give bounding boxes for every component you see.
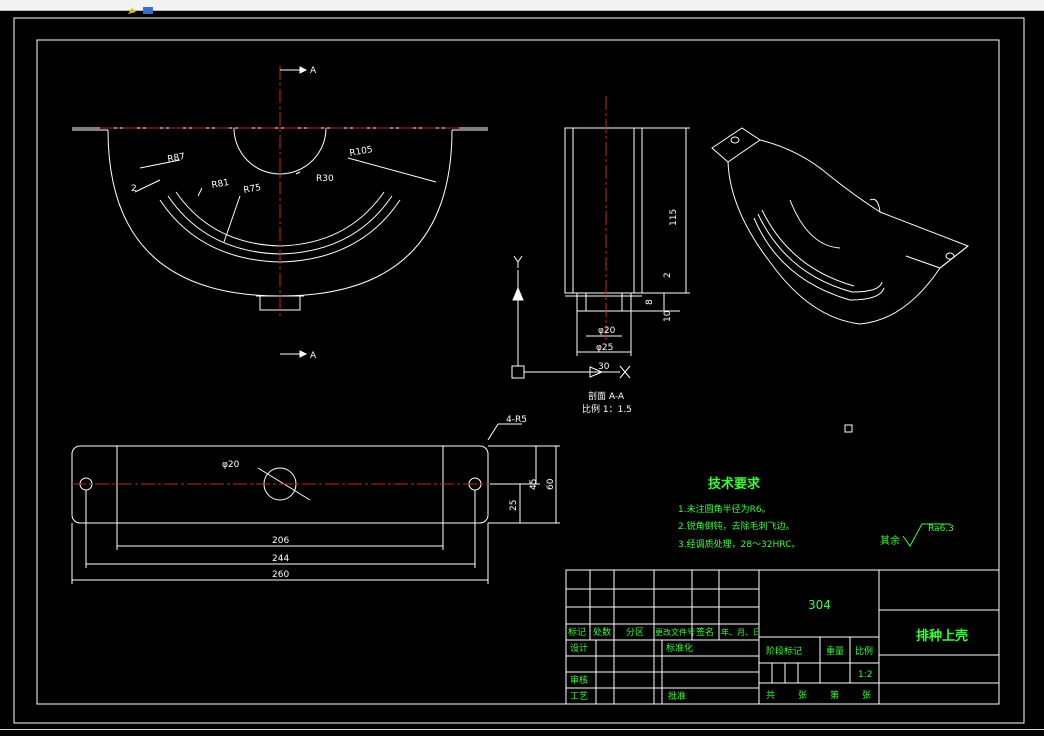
dim-10: 10 xyxy=(663,310,673,322)
tech-title: 技术要求 xyxy=(708,476,761,492)
bottom-view xyxy=(71,423,560,584)
dim-phi20-bottom: φ20 xyxy=(222,460,240,470)
dim-8: 8 xyxy=(645,299,655,305)
col-change-doc: 更改文件号 xyxy=(655,627,695,637)
inner-frame xyxy=(36,39,1000,705)
dim-holes: 4-R5 xyxy=(506,415,527,425)
dim-2: 2 xyxy=(131,184,137,194)
tech-requirements: 技术要求 1.未注圆角半径为R6。 2.锐角倒钝，去除毛刺飞边。 3.经调质处理… xyxy=(678,476,954,550)
sheets-unit-2: 张 xyxy=(862,690,871,701)
dim-r81: R81 xyxy=(211,178,230,191)
sheets-unit-1: 张 xyxy=(798,690,807,701)
cursor-marker xyxy=(844,424,853,433)
dim-260: 260 xyxy=(272,570,289,580)
label-approve: 批准 xyxy=(668,690,686,702)
section-mark-bottom: A xyxy=(310,351,317,361)
label-stage: 阶段标记 xyxy=(766,645,802,657)
dim-30: 30 xyxy=(598,362,610,372)
layer-icon[interactable] xyxy=(141,0,155,14)
tech-item-3: 3.经调质处理，28～32HRC。 xyxy=(678,538,800,550)
tech-item-2: 2.锐角倒钝，去除毛刺飞边。 xyxy=(678,520,795,532)
top-toolbar xyxy=(0,0,1044,14)
bottom-edge xyxy=(0,729,1044,736)
dim-60: 60 xyxy=(546,478,556,490)
dim-45: 45 xyxy=(529,479,539,490)
label-process: 工艺 xyxy=(570,691,588,702)
dim-2-sec: 2 xyxy=(663,272,673,278)
isometric-view xyxy=(711,127,969,325)
dim-phi25: φ25 xyxy=(596,343,613,353)
ucs-icon xyxy=(511,255,631,379)
roughness-value: Ra6.3 xyxy=(928,524,954,534)
dim-25: 25 xyxy=(509,500,519,511)
tech-item-1: 1.未注圆角半径为R6。 xyxy=(678,503,771,515)
drawing-canvas[interactable]: A A R87 R30 R105 R81 R75 2 115 2 8 10 φ2… xyxy=(0,11,1044,736)
label-design: 设计 xyxy=(570,642,588,654)
label-weight: 重量 xyxy=(826,645,844,657)
label-ratio: 比例 xyxy=(855,645,873,657)
dim-115: 115 xyxy=(669,209,679,226)
sheets-total: 共 xyxy=(766,690,775,701)
dim-r87: R87 xyxy=(167,152,186,165)
dim-244: 244 xyxy=(272,554,289,564)
section-caption: 剖面 A-A xyxy=(588,390,625,402)
dim-r75: R75 xyxy=(243,183,262,196)
col-sign: 签名 xyxy=(696,626,714,638)
dim-phi20-sec: φ20 xyxy=(598,326,616,336)
part-name: 排种上壳 xyxy=(916,628,968,644)
outer-frame xyxy=(13,17,1025,724)
col-date: 年、月、日 xyxy=(721,627,761,637)
col-mark: 标记 xyxy=(568,626,586,638)
dim-r105: R105 xyxy=(349,145,374,159)
label-standard: 标准化 xyxy=(666,642,693,654)
dim-206: 206 xyxy=(272,536,289,546)
section-mark-top: A xyxy=(310,66,317,76)
edit-icon[interactable] xyxy=(126,0,140,14)
roughness-label: 其余 xyxy=(880,534,900,547)
material-value: 304 xyxy=(808,598,831,612)
label-review: 审核 xyxy=(570,674,588,686)
vertical-scrollbar[interactable] xyxy=(1030,11,1044,729)
ratio-value: 1:2 xyxy=(858,670,872,680)
col-count: 处数 xyxy=(593,626,611,638)
col-zone: 分区 xyxy=(626,627,644,638)
dim-r30: R30 xyxy=(316,174,334,184)
sheets-index: 第 xyxy=(830,689,839,701)
title-block-text: 304 排种上壳 标记 处数 分区 更改文件号 签名 年、月、日 设计 标准化 … xyxy=(568,598,968,702)
scale-caption: 比例 1：1.5 xyxy=(582,403,632,415)
